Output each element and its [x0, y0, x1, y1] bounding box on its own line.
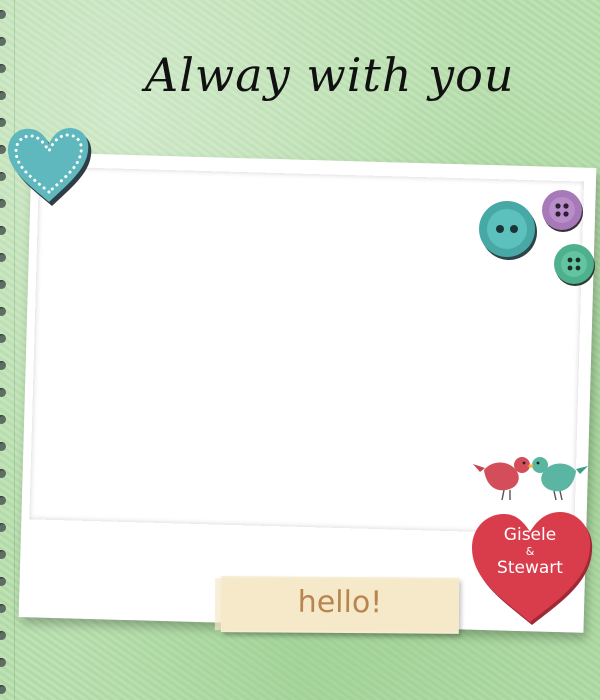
teal-heart-icon	[8, 128, 92, 206]
perforation-hole	[0, 550, 6, 559]
perforation-hole	[0, 280, 6, 289]
perforation-hole	[0, 415, 6, 424]
perforation-hole	[0, 10, 6, 19]
teal-button-icon	[479, 201, 537, 260]
second-name: Stewart	[497, 558, 563, 578]
couple-names: Gisele & Stewart	[466, 525, 594, 578]
first-name: Gisele	[503, 525, 557, 545]
page-title: Alway with you	[145, 48, 515, 102]
perforation-hole	[0, 334, 6, 343]
perforation-hole	[0, 685, 6, 694]
perforation-hole	[0, 388, 6, 397]
perforation-hole	[0, 442, 6, 451]
perforation-hole	[0, 658, 6, 667]
perforation-hole	[0, 307, 6, 316]
perforation-hole	[0, 496, 6, 505]
perforation-hole	[0, 631, 6, 640]
purple-button-icon	[542, 190, 583, 232]
ampersand: &	[525, 545, 535, 558]
perforated-edge	[0, 0, 15, 700]
perforation-hole	[0, 523, 6, 532]
perforation-hole	[0, 91, 6, 100]
perforation-hole	[0, 577, 6, 586]
perforation-hole	[0, 37, 6, 46]
perforation-hole	[0, 226, 6, 235]
perforation-hole	[0, 64, 6, 73]
green-button-icon	[554, 244, 595, 286]
hello-tag: hello!	[220, 576, 460, 634]
perforation-hole	[0, 604, 6, 613]
perforation-hole	[0, 253, 6, 262]
perforation-hole	[0, 361, 6, 370]
perforation-hole	[0, 469, 6, 478]
hello-label: hello!	[297, 584, 383, 621]
